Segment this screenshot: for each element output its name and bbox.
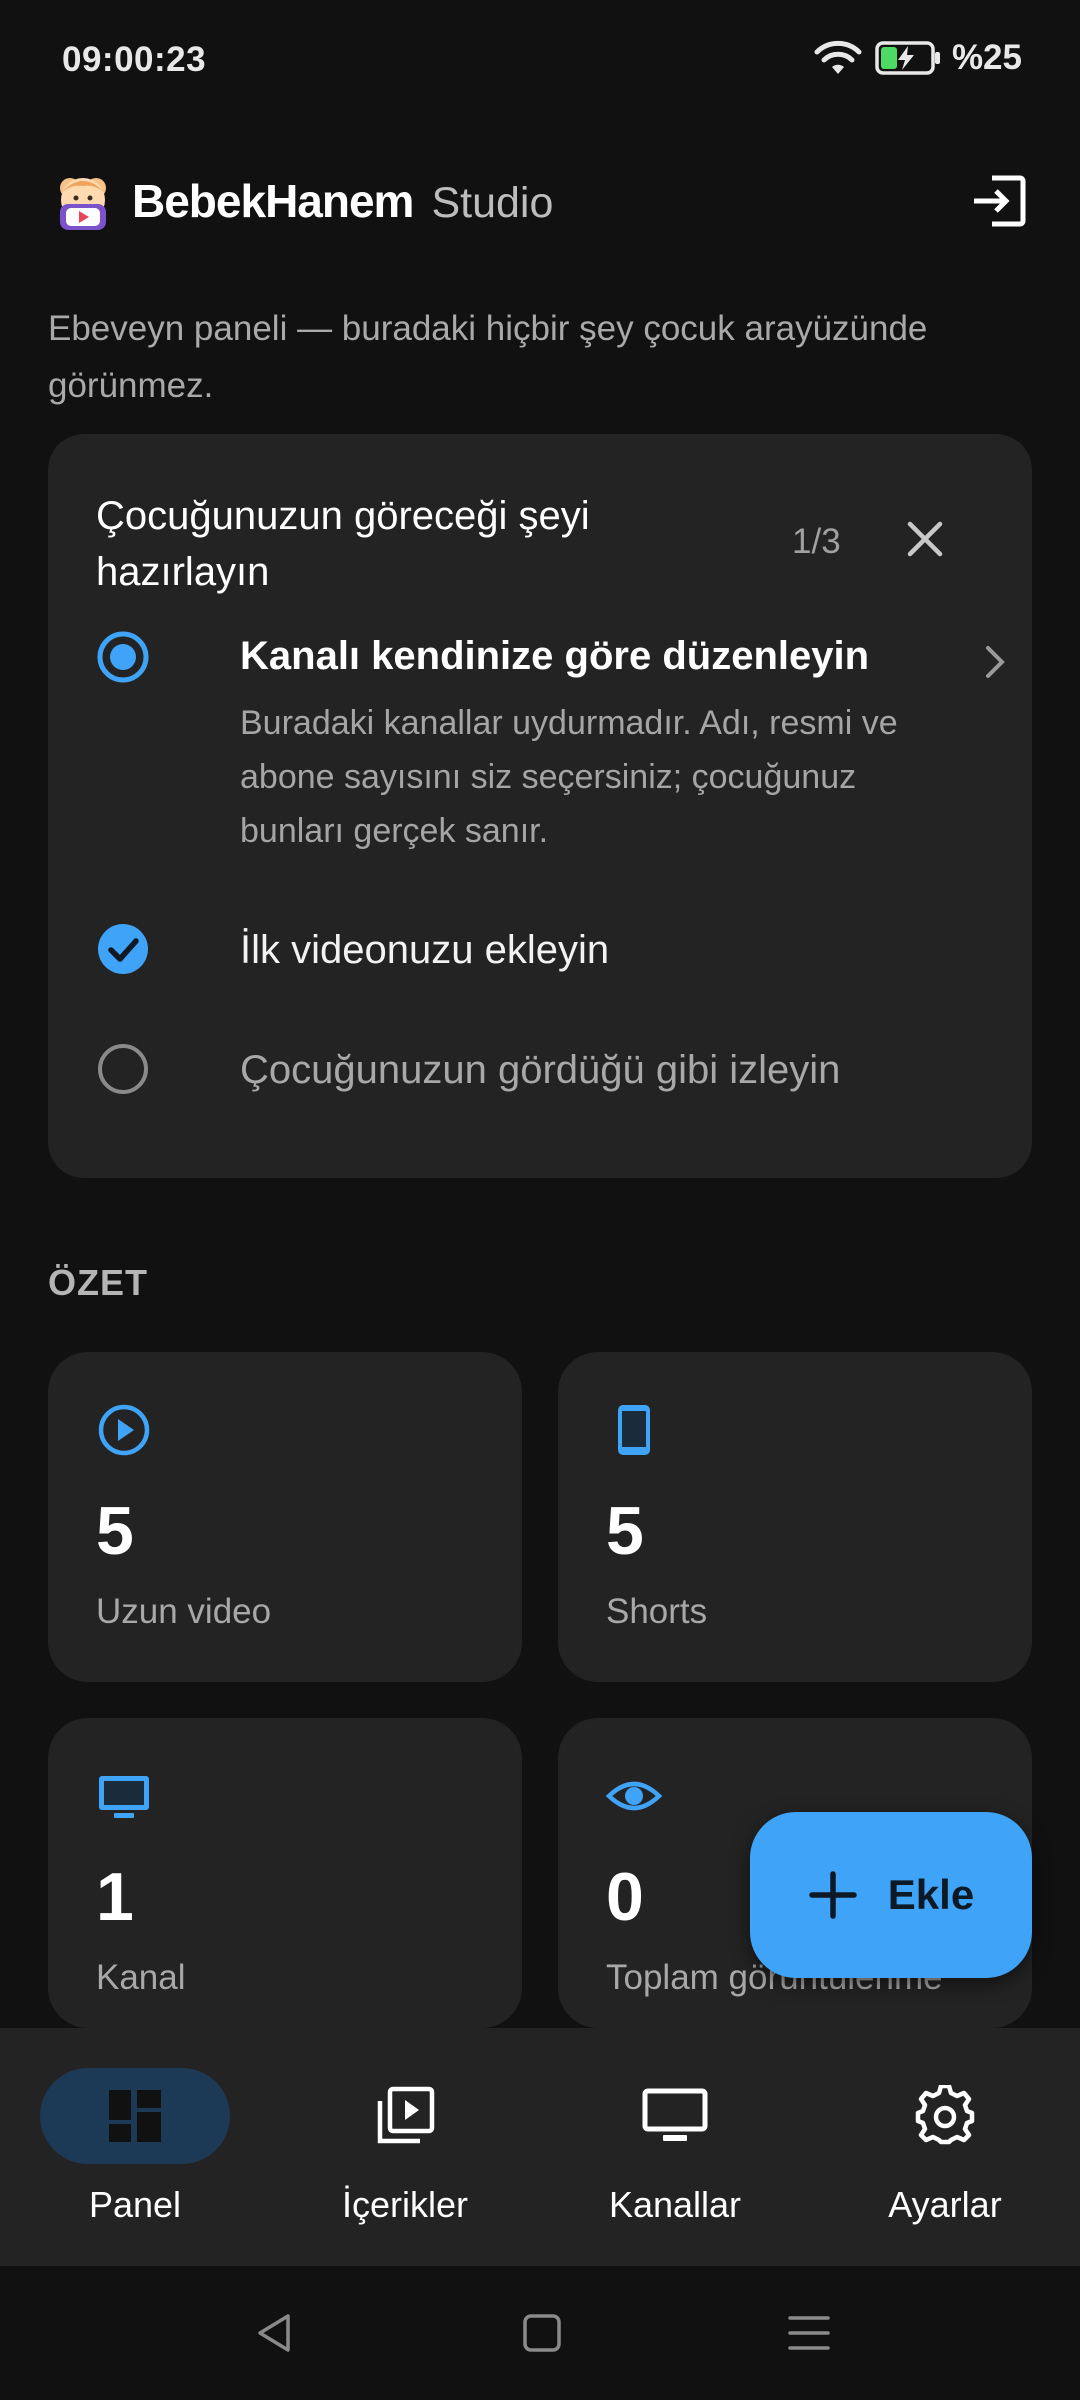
- play-circle-icon: [98, 1404, 150, 1456]
- app-logo: [60, 178, 106, 230]
- nav-item-channels[interactable]: Kanallar: [555, 2068, 795, 2238]
- onboarding-card: Çocuğunuzun göreceği şeyi hazırlayın 1/3…: [48, 434, 1032, 1178]
- status-bar: 09:00:23 %25: [0, 0, 1080, 120]
- nav-active-indicator: [40, 2068, 230, 2164]
- onboarding-step-counter: 1/3: [792, 522, 841, 561]
- task-watch-as-child[interactable]: Çocuğunuzun gördüğü gibi izleyin: [96, 1042, 996, 1112]
- gear-icon: [915, 2085, 975, 2145]
- nav-label: Panel: [88, 2184, 182, 2225]
- add-button[interactable]: Ekle: [750, 1812, 1032, 1978]
- stat-label: Shorts: [606, 1592, 708, 1631]
- task-label: Çocuğunuzun gördüğü gibi izleyin: [240, 1048, 841, 1092]
- stat-card-channels[interactable]: 1 Kanal: [48, 1718, 522, 2028]
- nav-item-settings[interactable]: Ayarlar: [825, 2068, 1065, 2238]
- home-icon[interactable]: [519, 2310, 565, 2356]
- summary-heading: ÖZET: [48, 1262, 148, 1303]
- brand-suffix: Studio: [431, 178, 554, 227]
- nav-label: Ayarlar: [888, 2184, 1002, 2225]
- phone-icon: [618, 1405, 650, 1455]
- add-button-label: Ekle: [887, 1871, 975, 1918]
- close-button[interactable]: [898, 512, 952, 566]
- nav-icon-wrap: [580, 2068, 770, 2164]
- onboarding-title: Çocuğunuzun göreceği şeyi hazırlayın: [96, 494, 590, 594]
- stat-card-long-video[interactable]: 5 Uzun video: [48, 1352, 522, 1682]
- system-navigation-bar: [0, 2266, 1080, 2400]
- plus-icon: [809, 1871, 857, 1919]
- stat-label: Uzun video: [96, 1592, 272, 1631]
- task-add-first-video[interactable]: İlk videonuzu ekleyin: [96, 922, 996, 992]
- task-label: Kanalı kendinize göre düzenleyin: [240, 634, 870, 678]
- back-icon[interactable]: [252, 2310, 298, 2356]
- nav-icon-wrap: [310, 2068, 500, 2164]
- task-description: Buradaki kanallar uydurmadır. Adı, resmi…: [240, 704, 898, 850]
- nav-label: Kanallar: [608, 2184, 742, 2225]
- status-time: 09:00:23: [62, 40, 207, 79]
- stat-card-shorts[interactable]: 5 Shorts: [558, 1352, 1032, 1682]
- stat-label: Kanal: [96, 1958, 186, 1997]
- battery-percent: %25: [951, 38, 1022, 77]
- nav-icon-wrap: [850, 2068, 1040, 2164]
- check-circle-icon: [98, 924, 148, 974]
- stat-value: 0: [606, 1859, 644, 1935]
- status-icons: %25: [812, 38, 1022, 78]
- app-header: BebekHanem Studio: [48, 168, 1032, 234]
- bottom-navigation: Panel İçerikler Kanallar Ayarlar: [0, 2028, 1080, 2266]
- wifi-icon: [814, 40, 862, 74]
- close-icon: [907, 521, 943, 557]
- radio-selected-icon: [97, 631, 149, 683]
- logout-button[interactable]: [966, 168, 1032, 234]
- stat-value: 5: [606, 1493, 644, 1569]
- battery-charging-icon: [875, 41, 940, 75]
- tv-icon: [99, 1776, 149, 1818]
- nav-item-panel[interactable]: Panel: [15, 2068, 255, 2238]
- stat-value: 5: [96, 1493, 134, 1569]
- task-label: İlk videonuzu ekleyin: [240, 928, 610, 972]
- radio-unselected-icon: [98, 1044, 148, 1094]
- chevron-right-icon: [986, 646, 1005, 678]
- monitor-icon: [642, 2088, 708, 2141]
- task-customize-channel[interactable]: Kanalı kendinize göre düzenleyin Buradak…: [96, 630, 1005, 860]
- logout-icon: [974, 175, 1026, 227]
- eye-icon: [606, 1781, 662, 1811]
- intro-text: Ebeveyn paneli — buradaki hiçbir şey çoc…: [48, 309, 928, 405]
- video-library-icon: [377, 2086, 435, 2144]
- brand-name: BebekHanem: [132, 175, 414, 227]
- dashboard-icon: [109, 2090, 161, 2142]
- recents-menu-icon[interactable]: [786, 2310, 832, 2356]
- nav-item-contents[interactable]: İçerikler: [285, 2068, 525, 2238]
- nav-label: İçerikler: [341, 2184, 469, 2225]
- stat-value: 1: [96, 1859, 134, 1935]
